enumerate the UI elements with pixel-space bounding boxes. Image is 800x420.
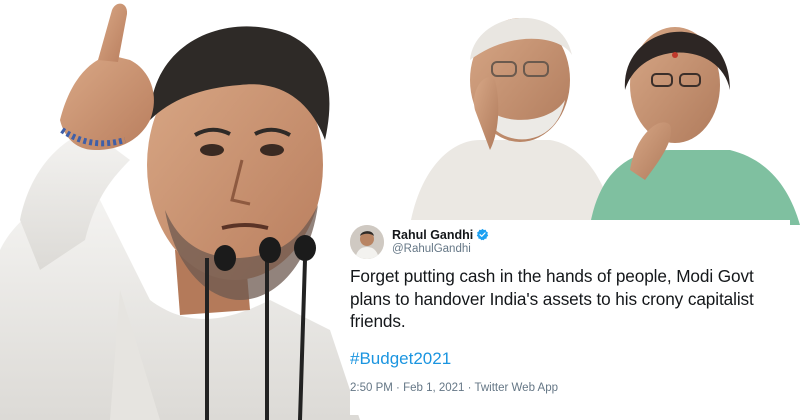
avatar-image: [350, 225, 384, 259]
tweet-card[interactable]: Rahul Gandhi @RahulGandhi Forget putting…: [350, 220, 790, 415]
tweet-source[interactable]: Twitter Web App: [474, 382, 558, 394]
news-graphic: Rahul Gandhi @RahulGandhi Forget putting…: [0, 0, 800, 420]
author-handle[interactable]: @RahulGandhi: [392, 243, 471, 255]
speaker-photo: [0, 3, 360, 420]
meta-separator: ·: [464, 382, 475, 394]
avatar[interactable]: [350, 225, 384, 259]
meta-separator: ·: [392, 382, 404, 394]
tweet-metadata: 2:50 PM · Feb 1, 2021 · Twitter Web App: [350, 382, 558, 394]
tweet-time[interactable]: 2:50 PM: [350, 382, 393, 394]
author-name[interactable]: Rahul Gandhi: [392, 228, 473, 242]
hashtag-link[interactable]: #Budget2021: [350, 349, 451, 369]
tweet-date[interactable]: Feb 1, 2021: [403, 382, 464, 394]
tweet-header: Rahul Gandhi @RahulGandhi: [350, 225, 790, 265]
tweet-text: Forget putting cash in the hands of peop…: [350, 266, 754, 331]
officials-photo: [410, 17, 800, 225]
verified-badge-icon: [476, 228, 489, 241]
